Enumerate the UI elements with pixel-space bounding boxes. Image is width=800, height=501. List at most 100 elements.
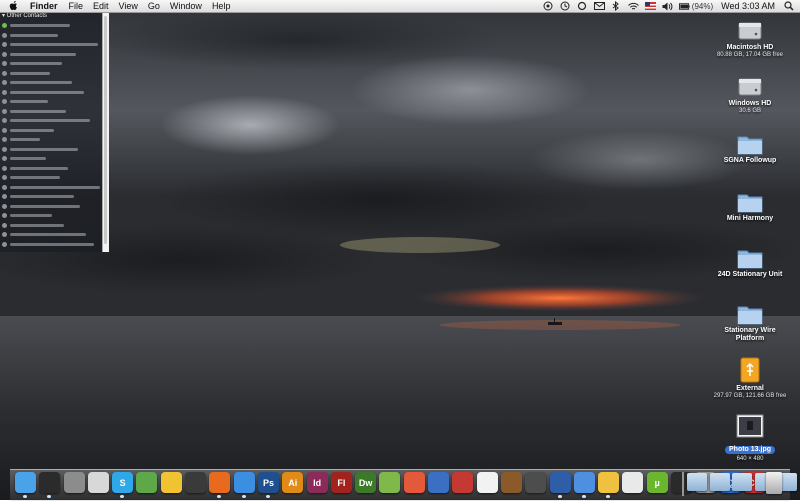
contact-row[interactable] <box>0 97 104 107</box>
battery-icon[interactable] <box>678 1 690 12</box>
duck-icon[interactable] <box>160 472 182 493</box>
menu-clock[interactable]: Wed 3:03 AM <box>721 1 775 11</box>
menu-edit[interactable]: Edit <box>93 0 109 12</box>
contact-row[interactable] <box>0 211 104 221</box>
safari-icon[interactable] <box>233 472 255 498</box>
menu-go[interactable]: Go <box>148 0 160 12</box>
guitar-icon[interactable] <box>500 472 522 493</box>
sync-icon[interactable] <box>577 1 588 12</box>
apple-menu-icon[interactable] <box>8 0 18 12</box>
mail-icon[interactable] <box>593 1 605 12</box>
dreamweaver-icon[interactable]: Dw <box>355 472 377 493</box>
desktop-icon-stationary-wire-platform[interactable]: Stationary Wire Platform <box>700 302 800 343</box>
downloads-folder-icon[interactable] <box>732 473 753 491</box>
desktop-icon-macintosh-hd[interactable]: Macintosh HD 80.88 GB, 17.04 GB free <box>700 17 800 59</box>
status-dot-icon <box>2 80 7 86</box>
mail-icon[interactable] <box>87 472 109 493</box>
contact-row[interactable] <box>0 164 104 174</box>
firefox-icon[interactable] <box>209 472 231 498</box>
time-machine-icon[interactable] <box>560 1 571 12</box>
leaf-app-icon[interactable] <box>379 472 401 493</box>
flag-icon[interactable] <box>644 1 656 12</box>
desktop-icon-photo-13[interactable]: Photo 13.jpg 640 × 480 <box>700 414 800 463</box>
utorrent-icon[interactable]: µ <box>646 472 668 493</box>
dropbox-icon[interactable] <box>543 1 554 12</box>
pages-icon[interactable] <box>403 472 425 493</box>
wifi-icon[interactable] <box>627 1 639 12</box>
contact-row[interactable] <box>0 192 104 202</box>
contact-row[interactable] <box>0 116 104 126</box>
documents-folder-icon[interactable] <box>709 473 730 491</box>
contact-row[interactable] <box>0 221 104 231</box>
desktop-icon-24d-stationary-unit[interactable]: 24D Stationary Unit <box>700 246 800 279</box>
itunes-icon[interactable] <box>573 472 595 498</box>
contact-row[interactable] <box>0 202 104 212</box>
contact-name <box>10 214 52 218</box>
photoshop-icon[interactable]: Ps <box>257 472 279 498</box>
flash-icon[interactable]: Fl <box>330 472 352 493</box>
contact-row[interactable] <box>0 135 104 145</box>
menu-app-finder[interactable]: Finder <box>30 0 58 12</box>
contact-row[interactable] <box>0 50 104 60</box>
toolbox-icon[interactable] <box>452 472 474 493</box>
system-preferences-icon[interactable] <box>63 472 85 493</box>
flower-app-icon[interactable] <box>598 472 620 498</box>
app-icon-text: Fl <box>337 477 346 488</box>
desktop-icon-sgna-followup[interactable]: SGNA Followup <box>700 132 800 165</box>
menu-window[interactable]: Window <box>170 0 202 12</box>
contact-row[interactable] <box>0 40 104 50</box>
contact-row[interactable] <box>0 154 104 164</box>
adium-icon[interactable] <box>136 472 158 493</box>
menu-view[interactable]: View <box>119 0 138 12</box>
status-dot-icon <box>2 165 7 171</box>
contact-row[interactable] <box>0 78 104 88</box>
time-machine-icon[interactable] <box>185 472 207 493</box>
contact-row[interactable] <box>0 183 104 193</box>
keynote-icon[interactable] <box>428 472 450 493</box>
desktop-icon-external[interactable]: External 297.97 GB, 121.66 GB free <box>700 356 800 400</box>
app-icon-text: Ai <box>288 477 298 488</box>
status-dot-icon <box>2 51 7 57</box>
textedit-icon[interactable] <box>476 472 498 493</box>
contact-name <box>10 176 60 180</box>
volume-icon[interactable] <box>662 1 673 12</box>
contact-row[interactable] <box>0 21 104 31</box>
contact-row[interactable] <box>0 145 104 155</box>
contact-row[interactable] <box>0 88 104 98</box>
trash-icon[interactable] <box>766 472 782 494</box>
scrollbar-thumb[interactable] <box>104 16 107 244</box>
applications-folder-icon[interactable] <box>687 473 707 491</box>
search-icon[interactable] <box>783 1 794 12</box>
contact-row[interactable] <box>0 230 104 240</box>
contacts-group-header[interactable]: ▾ Other Contacts <box>2 12 47 20</box>
contact-row[interactable] <box>0 59 104 69</box>
dashboard-icon[interactable] <box>39 472 61 498</box>
contact-row[interactable] <box>0 107 104 117</box>
icon-label: 24D Stationary Unit <box>717 271 783 278</box>
desktop-icon-windows-hd[interactable]: Windows HD 30.6 GB <box>700 73 800 115</box>
status-dot-icon <box>2 118 7 124</box>
bluetooth-icon[interactable] <box>611 1 622 12</box>
menu-file[interactable]: File <box>69 0 84 12</box>
pen-tool-icon[interactable] <box>549 472 571 498</box>
contact-row[interactable] <box>0 240 104 250</box>
script-icon[interactable] <box>525 472 547 493</box>
menu-help[interactable]: Help <box>212 0 231 12</box>
illustrator-icon[interactable]: Ai <box>282 472 304 493</box>
skype-icon[interactable]: S <box>112 472 134 498</box>
contact-row[interactable] <box>0 126 104 136</box>
dock-separator <box>682 472 684 496</box>
status-dot-icon <box>2 222 7 228</box>
contact-row[interactable] <box>0 69 104 79</box>
contact-row[interactable] <box>0 31 104 41</box>
contacts-scrollbar[interactable] <box>102 12 109 252</box>
calendar-icon[interactable] <box>622 472 644 493</box>
status-dot-icon <box>2 42 7 48</box>
desktop-icon-mini-harmony[interactable]: Mini Harmony <box>700 190 800 223</box>
indesign-icon[interactable]: Id <box>306 472 328 493</box>
contact-row[interactable] <box>0 173 104 183</box>
finder-icon[interactable] <box>15 472 36 498</box>
contact-name <box>10 33 58 37</box>
icon-sublabel: 80.88 GB, 17.04 GB free <box>716 52 784 58</box>
running-indicator <box>23 495 27 498</box>
